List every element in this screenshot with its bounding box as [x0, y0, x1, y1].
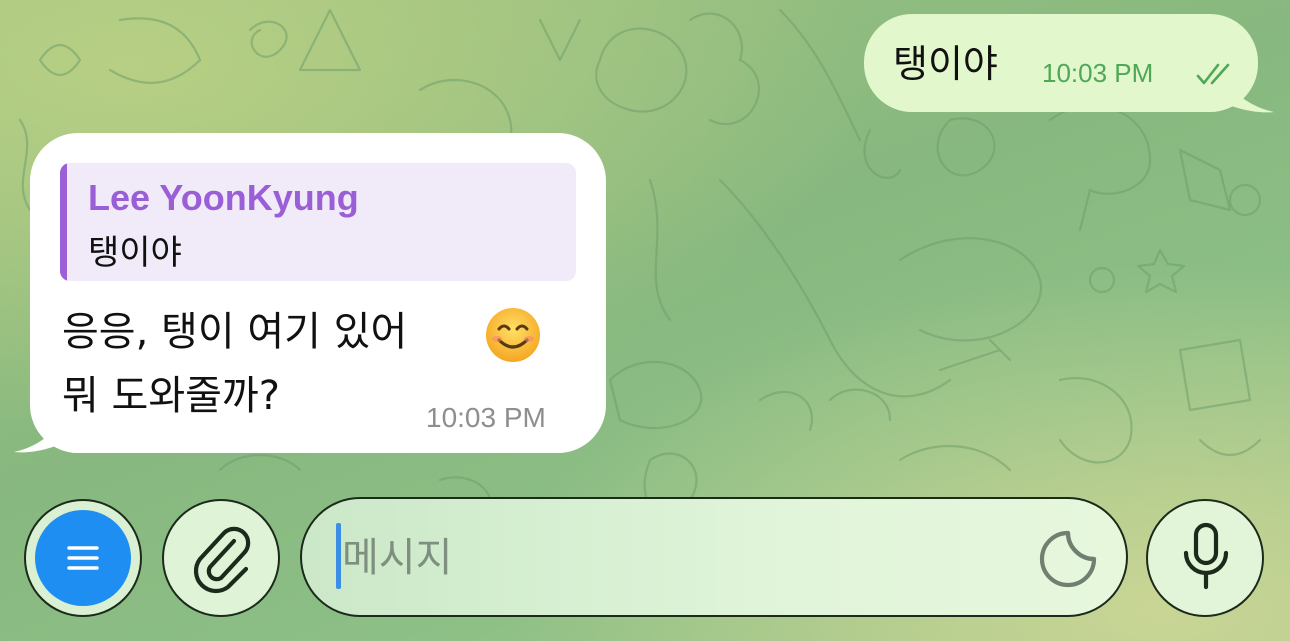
incoming-message-time: 10:03 PM	[426, 402, 546, 433]
outgoing-message-text: 탱이야	[893, 42, 998, 86]
paperclip-icon	[193, 526, 251, 594]
menu-button[interactable]	[24, 499, 142, 617]
incoming-message-line-1: 응응, 탱이 여기 있어	[62, 309, 408, 355]
reply-quoted-text: 탱이야	[88, 233, 182, 273]
reply-quote[interactable]: Lee YoonKyung 탱이야	[60, 163, 576, 281]
menu-icon	[67, 546, 99, 570]
message-input-container[interactable]	[300, 497, 1128, 617]
incoming-message-text: 응응, 탱이 여기 있어 뭐 도와줄까?	[62, 300, 407, 428]
microphone-icon	[1183, 522, 1229, 590]
double-check-read-icon	[1196, 63, 1230, 85]
incoming-message-line-2: 뭐 도와줄까?	[62, 373, 280, 419]
chat-screen: 탱이야 10:03 PM Lee YoonKyung 탱이야 응응, 탱이 여기…	[0, 0, 1290, 641]
reply-accent-bar	[60, 163, 67, 281]
microphone-button[interactable]	[1146, 499, 1264, 617]
smiling-face-emoji	[486, 308, 540, 362]
reply-sender-name: Lee YoonKyung	[88, 177, 359, 218]
menu-button-fill	[35, 510, 131, 606]
incoming-bubble-tail	[14, 418, 60, 453]
sticker-icon[interactable]	[1038, 529, 1098, 589]
message-input[interactable]	[340, 527, 1024, 589]
attach-button[interactable]	[162, 499, 280, 617]
outgoing-message-time: 10:03 PM	[1042, 58, 1154, 88]
